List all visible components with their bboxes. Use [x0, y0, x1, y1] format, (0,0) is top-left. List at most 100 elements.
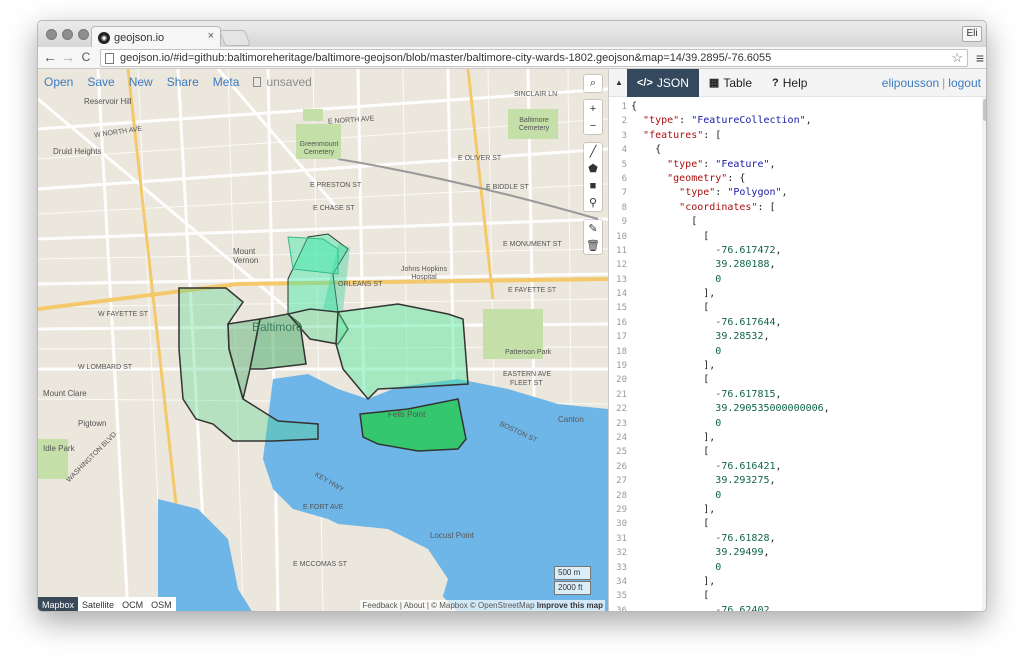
save-button[interactable]: Save [87, 75, 114, 89]
meta-button[interactable]: Meta [213, 75, 240, 89]
code-line[interactable]: 32 39.29499, [609, 546, 981, 560]
code-line[interactable]: 6 "geometry": { [609, 172, 981, 186]
code-line[interactable]: 8 "coordinates": [ [609, 201, 981, 215]
code-text[interactable]: [ [631, 589, 709, 603]
code-text[interactable]: 0 [631, 489, 721, 503]
zoom-out-button[interactable]: − [584, 117, 602, 134]
code-text[interactable]: [ [631, 301, 709, 315]
code-text[interactable]: "type": "Polygon", [631, 186, 787, 200]
code-line[interactable]: 34 ], [609, 575, 981, 589]
close-window-icon[interactable] [46, 29, 57, 40]
scrollbar-thumb[interactable] [983, 99, 986, 121]
code-line[interactable]: 24 ], [609, 431, 981, 445]
edit-layers-icon[interactable]: ✎ [584, 220, 602, 237]
code-line[interactable]: 30 [ [609, 517, 981, 531]
code-line[interactable]: 17 39.28532, [609, 330, 981, 344]
code-line[interactable]: 27 39.293275, [609, 474, 981, 488]
code-line[interactable]: 5 "type": "Feature", [609, 158, 981, 172]
code-line[interactable]: 19 ], [609, 359, 981, 373]
code-text[interactable]: 39.293275, [631, 474, 775, 488]
code-line[interactable]: 12 39.280188, [609, 258, 981, 272]
code-line[interactable]: 28 0 [609, 489, 981, 503]
code-text[interactable]: -76.617472, [631, 244, 781, 258]
draw-marker-icon[interactable]: ⚲ [584, 194, 602, 211]
code-line[interactable]: 13 0 [609, 273, 981, 287]
zoom-in-button[interactable]: + [584, 100, 602, 117]
code-text[interactable]: 39.290535000000006, [631, 402, 829, 416]
reload-icon[interactable]: C [78, 50, 94, 64]
maximize-window-icon[interactable] [78, 29, 89, 40]
search-icon[interactable]: ⌕ [584, 75, 602, 92]
code-text[interactable]: -76.62402 [631, 604, 769, 611]
layer-satellite[interactable]: Satellite [78, 597, 119, 611]
tab-help[interactable]: ? Help [762, 69, 817, 97]
code-line[interactable]: 2 "type": "FeatureCollection", [609, 114, 981, 128]
layer-mapbox[interactable]: Mapbox [38, 597, 79, 611]
address-bar[interactable]: geojson.io/#id=github:baltimoreheritage/… [100, 49, 968, 67]
code-text[interactable]: 0 [631, 273, 721, 287]
code-line[interactable]: 25 [ [609, 445, 981, 459]
code-text[interactable]: 0 [631, 345, 721, 359]
code-line[interactable]: 31 -76.61828, [609, 532, 981, 546]
layer-ocm[interactable]: OCM [118, 597, 148, 611]
code-line[interactable]: 21 -76.617815, [609, 388, 981, 402]
code-line[interactable]: 23 0 [609, 417, 981, 431]
improve-map-link[interactable]: Improve this map [537, 601, 603, 610]
code-line[interactable]: 7 "type": "Polygon", [609, 186, 981, 200]
code-line[interactable]: 4 { [609, 143, 981, 157]
code-line[interactable]: 1{ [609, 100, 981, 114]
collapse-icon[interactable]: ▲ [611, 78, 627, 87]
code-text[interactable]: "coordinates": [ [631, 201, 775, 215]
code-text[interactable]: -76.616421, [631, 460, 781, 474]
forward-icon[interactable]: → [60, 49, 76, 65]
username-link[interactable]: elipousson [882, 76, 939, 90]
code-text[interactable]: 39.28532, [631, 330, 769, 344]
new-tab-button[interactable] [219, 30, 251, 46]
code-line[interactable]: 10 [ [609, 230, 981, 244]
code-line[interactable]: 15 [ [609, 301, 981, 315]
code-line[interactable]: 26 -76.616421, [609, 460, 981, 474]
map[interactable]: Reservoir Hill W NORTH AVE Druid Heights… [38, 69, 608, 611]
layer-osm[interactable]: OSM [147, 597, 176, 611]
back-icon[interactable]: ← [42, 49, 58, 65]
code-line[interactable]: 18 0 [609, 345, 981, 359]
code-line[interactable]: 14 ], [609, 287, 981, 301]
code-line[interactable]: 35 [ [609, 589, 981, 603]
code-text[interactable]: { [631, 100, 637, 114]
bookmark-star-icon[interactable]: ☆ [951, 50, 963, 66]
code-text[interactable]: [ [631, 373, 709, 387]
logout-link[interactable]: logout [948, 76, 981, 90]
code-text[interactable]: ], [631, 287, 715, 301]
code-line[interactable]: 29 ], [609, 503, 981, 517]
code-text[interactable]: 0 [631, 561, 721, 575]
code-text[interactable]: 0 [631, 417, 721, 431]
code-text[interactable]: -76.617644, [631, 316, 781, 330]
code-text[interactable]: 39.29499, [631, 546, 769, 560]
code-line[interactable]: 3 "features": [ [609, 129, 981, 143]
map-attribution[interactable]: Feedback | About | © Mapbox © OpenStreet… [360, 600, 605, 611]
code-line[interactable]: 33 0 [609, 561, 981, 575]
code-text[interactable]: ], [631, 359, 715, 373]
code-text[interactable]: "type": "FeatureCollection", [631, 114, 812, 128]
code-text[interactable]: [ [631, 230, 709, 244]
code-text[interactable]: "features": [ [631, 129, 721, 143]
code-line[interactable]: 20 [ [609, 373, 981, 387]
code-text[interactable]: [ [631, 445, 709, 459]
code-text[interactable]: { [631, 143, 661, 157]
attribution-text[interactable]: Feedback | About | © Mapbox © OpenStreet… [362, 601, 536, 610]
code-text[interactable]: [ [631, 517, 709, 531]
delete-layers-icon[interactable]: 🗑 [584, 237, 602, 254]
tab-table[interactable]: ▦ Table [699, 69, 762, 97]
open-button[interactable]: Open [44, 75, 73, 89]
code-line[interactable]: 36 -76.62402 [609, 604, 981, 611]
draw-polygon-icon[interactable]: ⬟ [584, 160, 602, 177]
profile-button[interactable]: Eli [962, 26, 982, 42]
browser-menu-icon[interactable]: ≡ [976, 50, 984, 66]
code-text[interactable]: "geometry": { [631, 172, 745, 186]
code-text[interactable]: -76.61828, [631, 532, 775, 546]
code-text[interactable]: -76.617815, [631, 388, 781, 402]
json-editor[interactable]: 1{2 "type": "FeatureCollection", 3 "featu… [609, 97, 981, 611]
code-line[interactable]: 22 39.290535000000006, [609, 402, 981, 416]
draw-rectangle-icon[interactable]: ■ [584, 177, 602, 194]
code-line[interactable]: 11 -76.617472, [609, 244, 981, 258]
